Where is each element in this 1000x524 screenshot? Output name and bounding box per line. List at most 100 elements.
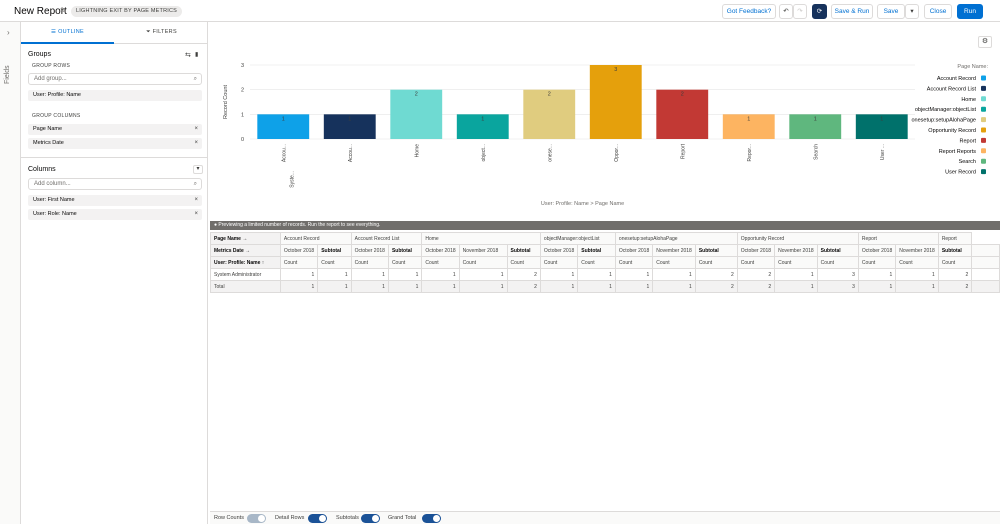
count-header: Count <box>506 256 541 269</box>
count-header: Count <box>387 256 423 269</box>
group-column-item[interactable]: Metrics Date × <box>28 138 202 149</box>
refresh-icon[interactable]: ⟳ <box>812 4 827 19</box>
data-label: 1 <box>747 116 750 122</box>
x-axis-label: User: Profile: Name > Page Name <box>541 201 624 207</box>
undo-button[interactable]: ↶ <box>779 4 793 19</box>
legend-swatch <box>981 96 986 102</box>
legend-label: objectManager:objectList <box>915 107 977 113</box>
count-header: Count <box>736 256 776 269</box>
date-header: November 2018 <box>458 244 508 257</box>
date-header: Subtotal <box>694 244 738 257</box>
save-menu-button[interactable]: ▾ <box>905 4 919 19</box>
remove-icon[interactable]: × <box>194 209 198 220</box>
count-header: Count <box>652 256 696 269</box>
grand-total-toggle[interactable] <box>422 514 441 523</box>
save-button[interactable]: Save <box>877 4 905 19</box>
column-item[interactable]: User: Role: Name × <box>28 209 202 220</box>
chevron-right-icon[interactable]: › <box>7 28 10 37</box>
table-row: Total 1 1 1 1 1 1 2 1 1 1 1 2 2 1 3 1 1 2 <box>210 280 1000 293</box>
tab-filters-label: FILTERS <box>152 29 177 35</box>
table-cell: 1 <box>539 268 579 281</box>
legend-swatch <box>981 85 986 91</box>
x-tick-label: Home <box>414 144 420 158</box>
fields-rail[interactable]: › Fields <box>0 22 21 524</box>
report-type-badge: LIGHTNING EXIT BY PAGE METRICS <box>71 6 183 17</box>
y-axis-label: Record Count <box>223 85 229 119</box>
remove-icon[interactable]: × <box>194 124 198 135</box>
swap-icon[interactable]: ⇆ <box>185 51 191 59</box>
column-group-header: Account Record List <box>350 232 423 245</box>
outline-icon: ☰ <box>51 29 57 35</box>
column-group-header: objectManager:objectList <box>539 232 616 245</box>
add-column-input[interactable]: Add column... ⌕ <box>28 178 202 190</box>
pencil-icon[interactable]: ✎ <box>60 6 67 15</box>
remove-icon[interactable]: × <box>194 138 198 149</box>
column-group-header: Report <box>937 232 973 245</box>
date-header: October 2018 <box>857 244 897 257</box>
group-rows-title: GROUP ROWS <box>32 63 71 69</box>
date-header: October 2018 <box>421 244 460 257</box>
group-column-item[interactable]: Page Name × <box>28 124 202 135</box>
legend-label: Account Record List <box>927 86 977 92</box>
outline-panel: ☰ OUTLINE ⏷ FILTERS Groups ⇆ ▮ GROUP ROW… <box>21 22 208 524</box>
y-tick-label: 3 <box>241 63 244 69</box>
column-label: User: Role: Name <box>33 211 77 217</box>
table-cell: 3 <box>816 280 859 293</box>
row-header: System Administrator <box>210 268 281 281</box>
search-icon: ⌕ <box>193 181 197 187</box>
subtotals-toggle[interactable] <box>361 514 380 523</box>
legend-label: onesetup:setupAlohaPage <box>911 118 976 124</box>
row-label-metrics-date[interactable]: Metrics Date → <box>210 244 281 257</box>
date-header: Subtotal <box>387 244 423 257</box>
column-item[interactable]: User: First Name × <box>28 195 202 206</box>
preview-banner: ● Previewing a limited number of records… <box>210 221 1000 230</box>
save-run-button[interactable]: Save & Run <box>831 4 873 19</box>
row-label-page-name[interactable]: Page Name → <box>210 232 281 245</box>
trash-icon[interactable]: ▮ <box>195 51 198 58</box>
group-columns-title: GROUP COLUMNS <box>32 113 81 119</box>
table-cell: 1 <box>577 268 616 281</box>
legend-label: Report <box>959 138 976 144</box>
add-group-input[interactable]: Add group... ⌕ <box>28 73 202 85</box>
count-header: Count <box>577 256 616 269</box>
date-header: October 2018 <box>279 244 319 257</box>
bar-chart: 0 1 2 3 Record Count 1 Accou... 1 Accou... 2 Home 1… <box>223 63 988 207</box>
legend-label: Search <box>959 159 976 165</box>
count-header: Count <box>279 256 319 269</box>
preview-banner-text: Previewing a limited number of records. … <box>218 222 381 228</box>
table-cell: 1 <box>539 280 579 293</box>
legend-title: Page Name: <box>957 64 988 70</box>
table-cell: 2 <box>736 280 776 293</box>
tab-outline-label: OUTLINE <box>58 29 84 35</box>
tab-outline[interactable]: ☰ OUTLINE <box>21 29 114 35</box>
row-label-profile-name[interactable]: User: Profile: Name ↑ <box>210 256 281 269</box>
info-icon: ● <box>214 222 218 228</box>
group-row-label: User: Profile: Name <box>33 92 81 98</box>
date-header: Subtotal <box>937 244 973 257</box>
close-button[interactable]: Close <box>924 4 952 19</box>
data-label: 1 <box>481 116 484 122</box>
count-header: Count <box>317 256 352 269</box>
feedback-button[interactable]: Got Feedback? <box>722 4 776 19</box>
group-row-item[interactable]: User: Profile: Name <box>28 90 202 101</box>
count-header: Count <box>539 256 579 269</box>
legend-label: Opportunity Record <box>928 128 976 134</box>
redo-button[interactable]: ↷ <box>793 4 807 19</box>
table-cell: 1 <box>614 280 654 293</box>
table-cell: 1 <box>350 280 389 293</box>
legend-swatch <box>981 106 986 112</box>
row-counts-toggle[interactable] <box>247 514 266 523</box>
remove-icon[interactable]: × <box>194 195 198 206</box>
table-cell: 2 <box>506 268 541 281</box>
x-group-label: Syste... <box>289 171 295 188</box>
columns-menu-icon[interactable]: ▾ <box>193 165 203 174</box>
run-button[interactable]: Run <box>957 4 983 19</box>
legend-swatch <box>981 158 986 164</box>
table-cell: 1 <box>279 268 319 281</box>
tab-filters[interactable]: ⏷ FILTERS <box>115 29 208 36</box>
detail-rows-toggle[interactable] <box>308 514 327 523</box>
subtotals-label: Subtotals <box>336 515 359 521</box>
table-cell: 1 <box>317 268 352 281</box>
x-tick-label: object... <box>481 144 487 162</box>
x-tick-label: onese... <box>547 144 553 162</box>
